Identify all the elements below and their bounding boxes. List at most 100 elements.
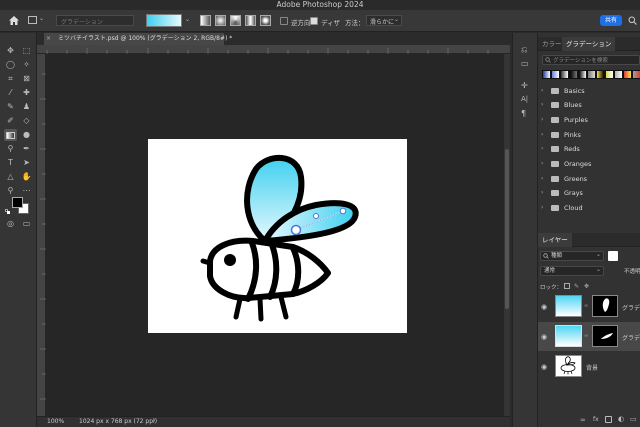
eye-icon[interactable]: ◉ [541,363,547,371]
layer-name[interactable]: グラデー [622,303,640,312]
tool-preset-picker[interactable]: ⌄ [28,15,44,26]
brush-tool-icon[interactable]: ✎ [5,102,16,112]
gradient-folder[interactable]: › Blues [538,98,640,111]
shape-tool-icon[interactable]: △ [5,172,16,182]
diamond-gradient-button[interactable] [260,15,271,26]
gradient-folder[interactable]: › Greens [538,172,640,185]
new-group-icon[interactable]: ▭ [630,415,637,423]
eyedropper-tool-icon[interactable]: ⁄ [5,88,16,98]
adjustment-layer-icon[interactable]: ◐ [618,415,624,423]
gradient-swatch[interactable] [632,70,640,79]
frame-tool-icon[interactable]: ⊠ [21,74,32,84]
crop-tool-icon[interactable]: ⌗ [5,74,16,84]
gradient-folder[interactable]: › Pinks [538,128,640,141]
gradient-swatch[interactable] [146,14,182,27]
zoom-level[interactable]: 100% [47,418,64,425]
type-tool-icon[interactable]: T [5,158,16,168]
blur-tool-icon[interactable]: ● [21,130,32,140]
scrollbar-thumb[interactable] [505,149,509,309]
document-tab[interactable]: × ミツバチイラスト.psd @ 100% (グラデーション 2, RGB/8#… [44,33,232,45]
quick-mask-icon[interactable]: ◎ [5,219,16,229]
lock-position-icon[interactable]: ✥ [584,283,589,290]
add-mask-icon[interactable] [605,416,612,423]
link-icon[interactable]: ∞ [584,333,588,339]
gradient-folder[interactable]: › Cloud [538,201,640,214]
blend-mode-select[interactable]: 通常 ⌄ [540,266,604,276]
layer-mask-thumbnail[interactable] [592,325,618,347]
zoom-tool-icon[interactable]: ⚲ [5,186,16,196]
layer-row[interactable]: ◉ 背景 [538,352,640,381]
chevron-down-icon[interactable]: ⌄ [185,16,190,23]
radial-gradient-button[interactable] [215,15,226,26]
gradient-folder[interactable]: › Reds [538,142,640,155]
healing-brush-tool-icon[interactable]: ✚ [21,88,32,98]
eye-icon[interactable]: ◉ [541,303,547,311]
gradient-swatch[interactable] [560,70,569,79]
method-select[interactable]: 滑らかに ⌄ [366,15,402,26]
gradient-swatch[interactable] [569,70,578,79]
vertical-scrollbar[interactable] [504,54,510,416]
layer-filter-select[interactable]: 種類 ⌄ [540,251,604,261]
history-brush-tool-icon[interactable]: ✐ [5,116,16,126]
gradient-swatch[interactable] [587,70,596,79]
dither-checkbox[interactable] [310,17,318,25]
gradient-swatch[interactable] [551,70,560,79]
gradient-preset-field[interactable]: グラデーション [56,15,134,26]
gradient-swatch[interactable] [623,70,632,79]
paragraph-panel-icon[interactable]: ¶ [521,109,526,118]
gradient-swatch[interactable] [605,70,614,79]
default-colors-icon[interactable] [5,209,10,214]
more-tools-icon[interactable]: ⋯ [21,186,32,196]
layer-name[interactable]: 背景 [586,363,598,372]
layer-row[interactable]: ◉ ∞ グラデー [538,322,640,351]
gradient-folder[interactable]: › Purples [538,113,640,126]
lock-transparent-icon[interactable] [564,283,570,289]
document-canvas[interactable] [148,139,407,333]
history-panel-icon[interactable]: ⎌ [521,45,527,55]
angle-gradient-button[interactable] [230,15,241,26]
vertical-ruler[interactable] [37,54,46,416]
gradient-swatch[interactable] [596,70,605,79]
gradient-folder[interactable]: › Grays [538,186,640,199]
eye-icon[interactable]: ◉ [541,333,547,341]
artboard-tool-icon[interactable]: ⬚ [21,46,32,56]
layer-row[interactable]: ◉ ∞ グラデー [538,292,640,321]
link-icon[interactable]: ∞ [584,303,588,309]
gradient-folder[interactable]: › Oranges [538,157,640,170]
layer-name[interactable]: グラデー [622,333,640,342]
magic-wand-tool-icon[interactable]: ✧ [21,60,32,70]
gradient-tool-icon[interactable] [4,129,17,141]
comments-panel-icon[interactable]: ▭ [521,59,529,68]
link-layers-icon[interactable]: ∞ [580,416,586,424]
pen-tool-icon[interactable]: ✒ [21,144,32,154]
stamp-tool-icon[interactable]: ♟ [21,102,32,112]
image-filter-icon[interactable] [608,251,618,261]
horizontal-ruler[interactable] [37,45,510,54]
layer-mask-thumbnail[interactable] [592,295,618,317]
layer-style-icon[interactable]: fx [593,416,599,423]
gradient-folder[interactable]: › Basics [538,84,640,97]
path-selection-tool-icon[interactable]: ➤ [21,158,32,168]
gradient-swatch[interactable] [542,70,551,79]
gradient-search-input[interactable]: グラデーションを検索 [542,55,640,65]
chevron-right-icon[interactable]: › [153,417,155,424]
lock-pixels-icon[interactable]: ✎ [574,283,579,290]
reflected-gradient-button[interactable] [245,15,256,26]
adjustments-panel-icon[interactable]: ✛ [521,81,528,90]
character-panel-icon[interactable]: A| [521,95,528,103]
lasso-tool-icon[interactable]: ◯ [5,60,16,70]
tab-gradients[interactable]: グラデーション [562,37,616,51]
hand-tool-icon[interactable]: ✋ [21,172,32,182]
dodge-tool-icon[interactable]: ⚲ [5,144,16,154]
reverse-checkbox[interactable] [280,17,288,25]
linear-gradient-button[interactable] [200,15,211,26]
close-icon[interactable]: × [46,33,51,45]
screen-mode-icon[interactable]: ▭ [21,219,32,229]
share-button[interactable]: 共有 [600,15,622,26]
home-icon[interactable] [8,15,20,26]
gradient-swatch[interactable] [578,70,587,79]
search-icon[interactable] [628,16,637,25]
eraser-tool-icon[interactable]: ◇ [21,116,32,126]
gradient-swatch[interactable] [614,70,623,79]
foreground-color-swatch[interactable] [12,197,23,208]
